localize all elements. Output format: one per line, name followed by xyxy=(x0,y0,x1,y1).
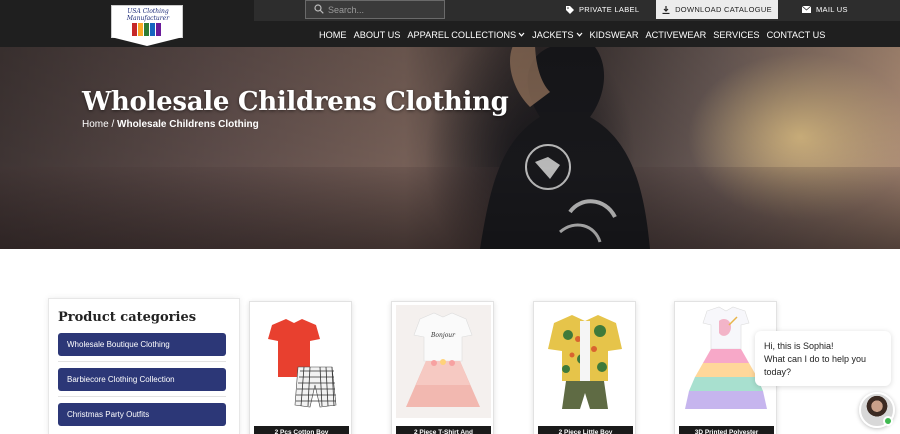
private-label-text: PRIVATE LABEL xyxy=(579,5,640,14)
breadcrumb-separator: / xyxy=(108,119,118,130)
svg-text:Bonjour: Bonjour xyxy=(430,332,456,339)
mail-us-text: MAIL US xyxy=(816,5,848,14)
chat-message-line: Hi, this is Sophia! xyxy=(764,341,834,351)
nav-label: SERVICES xyxy=(713,29,760,40)
site-header: USA Clothing Manufacturer PRIVATE LABEL … xyxy=(0,0,900,47)
breadcrumb: Home / Wholesale Childrens Clothing xyxy=(82,119,259,130)
chevron-down-icon xyxy=(518,32,525,37)
category-wholesale-boutique[interactable]: Wholesale Boutique Clothing xyxy=(58,333,226,356)
nav-item-services[interactable]: SERVICES xyxy=(713,30,759,40)
download-catalogue-text: DOWNLOAD CATALOGUE xyxy=(675,5,772,14)
product-card[interactable]: 2 Piece Little Boy xyxy=(533,301,636,434)
chat-message-bubble[interactable]: Hi, this is Sophia! What can I do to hel… xyxy=(755,331,891,386)
nav-label: ABOUT US xyxy=(353,29,401,40)
search-input[interactable] xyxy=(328,2,440,17)
sidebar-title: Product categories xyxy=(58,310,197,325)
nav-label: HOME xyxy=(319,29,347,40)
site-logo[interactable]: USA Clothing Manufacturer xyxy=(111,5,183,38)
product-categories-widget: Product categories Wholesale Boutique Cl… xyxy=(48,298,240,434)
nav-item-jackets[interactable]: JACKETS xyxy=(532,30,582,40)
chat-message-line: What can I do to help you today? xyxy=(764,354,867,377)
breadcrumb-current: Wholesale Childrens Clothing xyxy=(117,119,259,130)
product-title[interactable]: 2 Piece T-Shirt And xyxy=(396,426,491,434)
search-icon[interactable] xyxy=(314,4,324,14)
chevron-down-icon xyxy=(576,32,582,37)
download-catalogue-button[interactable]: DOWNLOAD CATALOGUE xyxy=(656,0,778,19)
nav-label: KIDSWEAR xyxy=(589,29,639,40)
page: USA Clothing Manufacturer PRIVATE LABEL … xyxy=(0,0,900,434)
white-tshirt-pink-tutu-image: Bonjour xyxy=(396,305,491,418)
envelope-icon xyxy=(802,6,811,13)
category-divider xyxy=(58,361,226,362)
breadcrumb-home-link[interactable]: Home xyxy=(82,119,109,130)
main-nav: HOME ABOUT US APPAREL COLLECTIONS JACKET… xyxy=(319,28,832,41)
nav-label: ACTIVEWEAR xyxy=(645,29,707,40)
nav-item-apparel-collections[interactable]: APPAREL COLLECTIONS xyxy=(407,30,525,40)
private-label-link[interactable]: PRIVATE LABEL xyxy=(566,0,639,19)
nav-label: JACKETS xyxy=(532,29,574,40)
tropical-shirt-khaki-shorts-image xyxy=(538,305,633,418)
nav-item-kidswear[interactable]: KIDSWEAR xyxy=(590,30,639,40)
logo-pennant xyxy=(111,37,183,46)
product-title[interactable]: 3D Printed Polyester xyxy=(679,426,774,434)
logo-text: USA Clothing Manufacturer xyxy=(126,8,170,22)
nav-item-contact-us[interactable]: CONTACT US xyxy=(767,30,826,40)
category-barbiecore[interactable]: Barbiecore Clothing Collection xyxy=(58,368,226,391)
product-card[interactable]: Bonjour 2 Piece T-Shirt And xyxy=(391,301,494,434)
red-tshirt-checked-shorts-image xyxy=(254,305,349,418)
product-image xyxy=(254,305,349,418)
product-title[interactable]: 2 Piece Little Boy xyxy=(538,426,633,434)
search-box xyxy=(305,0,445,19)
download-icon xyxy=(662,5,670,14)
mail-us-link[interactable]: MAIL US xyxy=(802,0,848,19)
category-divider xyxy=(58,396,226,397)
nav-label: CONTACT US xyxy=(766,29,826,40)
nav-item-home[interactable]: HOME xyxy=(319,30,347,40)
hero-overlay xyxy=(0,47,900,249)
product-card[interactable]: 2 Pcs Cotton Boy xyxy=(249,301,352,434)
tag-icon xyxy=(566,5,574,14)
product-image xyxy=(538,305,633,418)
product-title[interactable]: 2 Pcs Cotton Boy xyxy=(254,426,349,434)
logo-color-bars xyxy=(132,23,161,36)
nav-label: APPAREL COLLECTIONS xyxy=(407,29,517,40)
nav-item-activewear[interactable]: ACTIVEWEAR xyxy=(646,30,707,40)
nav-item-about-us[interactable]: ABOUT US xyxy=(354,30,401,40)
category-christmas-party[interactable]: Christmas Party Outfits xyxy=(58,403,226,426)
hero-banner: Wholesale Childrens Clothing Home / Whol… xyxy=(0,47,900,249)
page-title: Wholesale Childrens Clothing xyxy=(82,87,509,117)
product-image: Bonjour xyxy=(396,305,491,418)
online-status-indicator xyxy=(883,416,893,426)
